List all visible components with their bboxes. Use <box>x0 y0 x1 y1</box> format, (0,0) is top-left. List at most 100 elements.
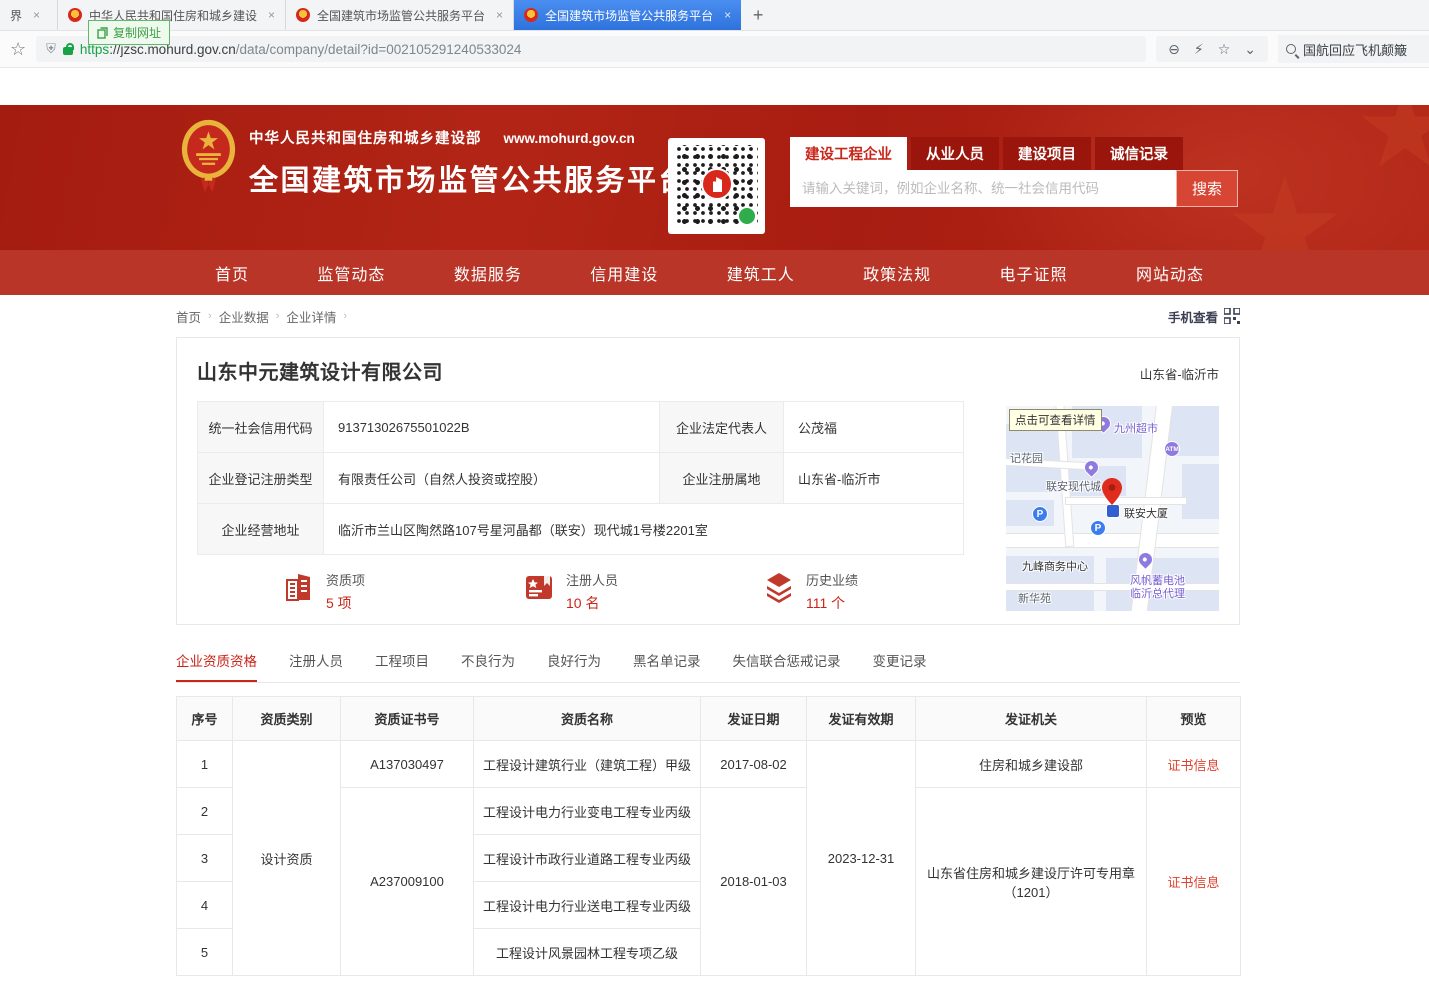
map-tooltip: 点击可查看详情 <box>1009 409 1102 431</box>
cell-qual-name: 工程设计电力行业送电工程专业丙级 <box>474 882 701 929</box>
reg-place-value: 山东省-临沂市 <box>784 453 964 504</box>
emblem-favicon-icon <box>68 8 82 22</box>
breadcrumb: 首页› 企业数据› 企业详情› 手机查看 <box>176 295 1240 337</box>
cell-index: 2 <box>177 788 233 835</box>
breadcrumb-company-data[interactable]: 企业数据 <box>219 307 269 326</box>
mobile-view-label[interactable]: 手机查看 <box>1168 307 1218 326</box>
qr-code <box>668 138 765 234</box>
col-category: 资质类别 <box>233 697 341 741</box>
nav-supervision[interactable]: 监管动态 <box>317 261 385 285</box>
browser-chrome: 界 × 中华人民共和国住房和城乡建设 × 全国建筑市场监管公共服务平台 × 全国… <box>0 0 1429 68</box>
security-shield-icon[interactable]: ⛨ <box>46 41 56 57</box>
cell-index: 5 <box>177 929 233 976</box>
search-tab-enterprise[interactable]: 建设工程企业 <box>790 137 907 170</box>
search-icon <box>1286 44 1296 54</box>
flash-icon[interactable]: ⚡ <box>1194 41 1204 58</box>
tab-blacklist[interactable]: 黑名单记录 <box>633 650 701 682</box>
nav-e-license[interactable]: 电子证照 <box>1000 261 1068 285</box>
col-index: 序号 <box>177 697 233 741</box>
tab-bar: 界 × 中华人民共和国住房和城乡建设 × 全国建筑市场监管公共服务平台 × 全国… <box>0 0 1429 31</box>
cell-authority: 山东省住房和城乡建设厅许可专用章（1201） <box>916 788 1147 976</box>
table-row: 企业登记注册类型 有限责任公司（自然人投资或控股） 企业注册属地 山东省-临沂市 <box>198 453 964 504</box>
tab-bad-behavior[interactable]: 不良行为 <box>461 650 515 682</box>
legal-rep-value: 公茂福 <box>784 402 964 453</box>
search-button[interactable]: 搜索 <box>1176 170 1238 207</box>
tab-close-icon[interactable]: × <box>496 8 503 22</box>
tab-projects[interactable]: 工程项目 <box>375 650 429 682</box>
tab-close-icon[interactable]: × <box>268 8 275 22</box>
cell-index: 4 <box>177 882 233 929</box>
cell-issue-date: 2018-01-03 <box>701 788 807 976</box>
nav-credit[interactable]: 信用建设 <box>590 261 658 285</box>
map-label-battery-line2: 临沂总代理 <box>1130 585 1185 601</box>
reg-place-label: 企业注册属地 <box>660 453 784 504</box>
qr-mini-icon[interactable] <box>1224 308 1240 324</box>
address-field[interactable]: ⛨ https://jzsc.mohurd.gov.cn/data/compan… <box>36 36 1146 62</box>
ssl-lock-icon <box>63 47 73 55</box>
tab-dishonesty-records[interactable]: 失信联合惩戒记录 <box>733 650 841 682</box>
tab-registered-personnel[interactable]: 注册人员 <box>289 650 343 682</box>
search-tab-credit[interactable]: 诚信记录 <box>1095 137 1183 170</box>
main-nav: 首页 监管动态 数据服务 信用建设 建筑工人 政策法规 电子证照 网站动态 <box>0 250 1429 295</box>
cell-qual-name: 工程设计建筑行业（建筑工程）甲级 <box>474 741 701 788</box>
col-authority: 发证机关 <box>916 697 1147 741</box>
red-location-pin-icon <box>1102 478 1122 506</box>
bookmark-star-icon[interactable]: ☆ <box>10 39 26 60</box>
stat-registered-personnel[interactable]: 注册人员 10 名 <box>522 570 762 613</box>
emblem-favicon-icon <box>296 8 310 22</box>
parking-marker-icon: P <box>1032 506 1048 522</box>
chevron-down-icon[interactable]: ⌄ <box>1244 41 1256 58</box>
browser-tab-active[interactable]: 全国建筑市场监管公共服务平台 × <box>514 0 741 30</box>
page-content: 首页› 企业数据› 企业详情› 手机查看 山东中元建筑设计有限公司 山东省-临沂… <box>176 295 1240 976</box>
qr-wechat-icon <box>737 206 757 226</box>
nav-home[interactable]: 首页 <box>215 261 249 285</box>
tab-good-behavior[interactable]: 良好行为 <box>547 650 601 682</box>
nav-policy[interactable]: 政策法规 <box>863 261 931 285</box>
table-header-row: 序号 资质类别 资质证书号 资质名称 发证日期 发证有效期 发证机关 预览 <box>177 697 1241 741</box>
ministry-website: www.mohurd.gov.cn <box>504 131 635 146</box>
company-location-map[interactable]: 点击可查看详情 九州超市 ATM 记花园 联安现代城 联安大厦 P P 九峰商务… <box>1006 406 1219 611</box>
new-tab-button[interactable]: + <box>741 0 775 30</box>
certificate-info-link[interactable]: 证书信息 <box>1147 788 1241 976</box>
browser-tab-partial[interactable]: 界 × <box>0 0 58 30</box>
tab-close-icon[interactable]: × <box>724 8 731 22</box>
keyword-search-input[interactable] <box>790 170 1176 207</box>
company-stats: 资质项 5 项 注册人员 10 名 <box>282 570 1002 613</box>
col-qual-name: 资质名称 <box>474 697 701 741</box>
col-preview: 预览 <box>1147 697 1241 741</box>
stat-historical-projects[interactable]: 历史业绩 111 个 <box>762 570 1002 613</box>
tab-change-records[interactable]: 变更记录 <box>873 650 927 682</box>
favorite-star-icon[interactable]: ☆ <box>1218 41 1231 58</box>
cell-validity: 2023-12-31 <box>807 741 916 976</box>
map-label-garden: 记花园 <box>1010 450 1043 466</box>
map-label-supermarket: 九州超市 <box>1114 420 1158 436</box>
atm-marker-icon: ATM <box>1164 441 1180 457</box>
table-row: 1 设计资质 A137030497 工程设计建筑行业（建筑工程）甲级 2017-… <box>177 741 1241 788</box>
company-info-table: 统一社会信用代码 91371302675501022B 企业法定代表人 公茂福 … <box>197 401 964 555</box>
zoom-out-icon[interactable]: ⊖ <box>1168 41 1180 58</box>
legal-rep-label: 企业法定代表人 <box>660 402 784 453</box>
search-suggestion-text[interactable]: 国航回应飞机颠簸 <box>1303 40 1407 59</box>
search-tab-project[interactable]: 建设项目 <box>1003 137 1091 170</box>
breadcrumb-company-detail[interactable]: 企业详情 <box>286 307 336 326</box>
tab-qualifications[interactable]: 企业资质资格 <box>176 650 257 682</box>
breadcrumb-home[interactable]: 首页 <box>176 307 201 326</box>
nav-site-news[interactable]: 网站动态 <box>1136 261 1204 285</box>
tab-close-icon[interactable]: × <box>33 8 40 22</box>
table-row: 企业经营地址 临沂市兰山区陶然路107号星河晶都（联安）现代城1号楼2201室 <box>198 504 964 555</box>
search-tab-personnel[interactable]: 从业人员 <box>911 137 999 170</box>
reg-type-label: 企业登记注册类型 <box>198 453 324 504</box>
url-bar: ☆ ⛨ https://jzsc.mohurd.gov.cn/data/comp… <box>0 31 1429 68</box>
breadcrumb-separator: › <box>343 310 347 322</box>
site-brand[interactable]: 中华人民共和国住房和城乡建设部 www.mohurd.gov.cn 全国建筑市场… <box>180 118 690 199</box>
nav-workers[interactable]: 建筑工人 <box>727 261 795 285</box>
browser-search-box[interactable]: 国航回应飞机颠簸 <box>1278 35 1429 63</box>
browser-tab-jzsc[interactable]: 全国建筑市场监管公共服务平台 × <box>286 0 514 30</box>
cell-qual-name: 工程设计风景园林工程专项乙级 <box>474 929 701 976</box>
tab-title: 全国建筑市场监管公共服务平台 <box>317 7 485 24</box>
qualification-table: 序号 资质类别 资质证书号 资质名称 发证日期 发证有效期 发证机关 预览 1 … <box>176 696 1241 976</box>
stat-qualifications[interactable]: 资质项 5 项 <box>282 570 522 613</box>
certificate-info-link[interactable]: 证书信息 <box>1147 741 1241 788</box>
nav-data-service[interactable]: 数据服务 <box>454 261 522 285</box>
copy-url-label: 复制网址 <box>113 24 161 41</box>
